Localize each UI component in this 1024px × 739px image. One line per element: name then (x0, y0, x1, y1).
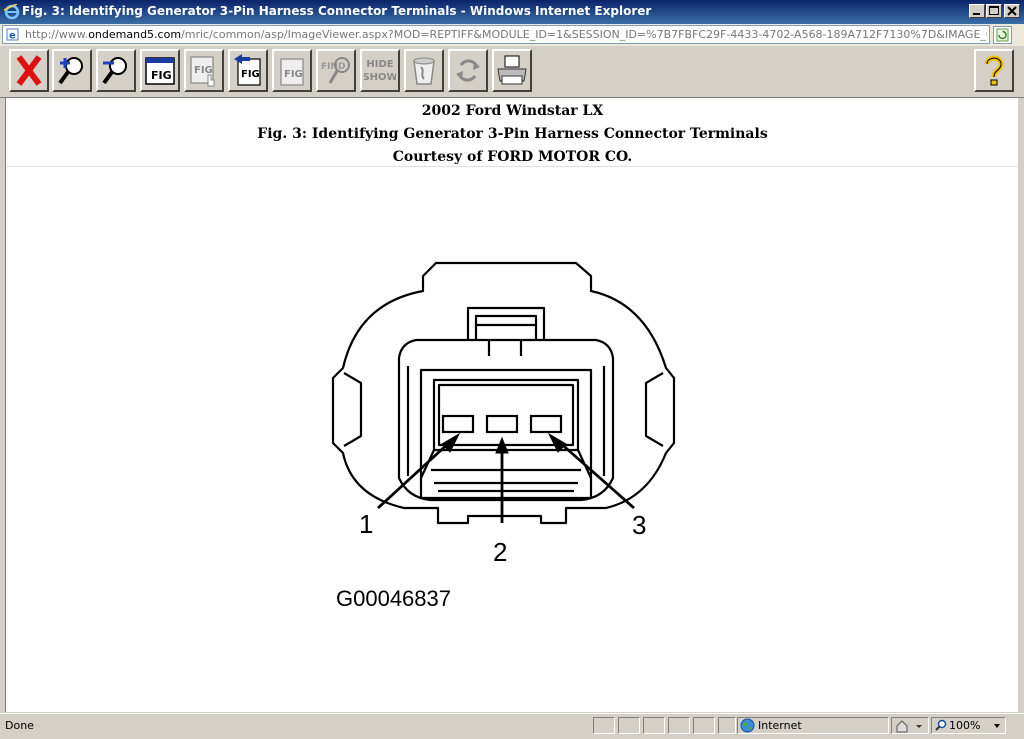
chevron-down-icon (994, 724, 1000, 728)
page-icon: e (6, 28, 19, 41)
zoom-control[interactable]: 100% (931, 717, 1006, 734)
zoom-out-button[interactable] (96, 49, 136, 92)
refresh-button[interactable] (448, 49, 488, 92)
figure-window-button[interactable]: FIG (140, 49, 180, 92)
status-pane-4 (668, 717, 690, 734)
security-zone-label: Internet (758, 719, 802, 732)
url-domain: ondemand5.com (88, 28, 182, 41)
svg-text:SHOW: SHOW (364, 72, 396, 83)
window-title: Fig. 3: Identifying Generator 3-Pin Harn… (22, 4, 652, 18)
previous-figure-button[interactable]: FIG (228, 49, 268, 92)
svg-text:e: e (9, 31, 16, 42)
figure-next-icon: FIG (280, 58, 304, 86)
red-x-icon (16, 55, 42, 86)
terminal-2 (485, 414, 519, 434)
toolbar: FIG FIG FIG FIG FIND HIDE SHOW (0, 46, 1024, 98)
find-button[interactable]: FIND (316, 49, 356, 92)
address-bar: e http://www.ondemand5.com/mric/common/a… (0, 24, 1024, 46)
address-field[interactable]: e http://www.ondemand5.com/mric/common/a… (2, 25, 990, 44)
bucket-button[interactable] (404, 49, 444, 92)
internet-explorer-icon (4, 4, 20, 20)
figure-back-icon: FIG (234, 54, 261, 86)
callout-leaders (377, 432, 635, 523)
close-button[interactable] (9, 49, 49, 92)
minimize-icon (973, 13, 980, 15)
connector-outline (331, 261, 676, 525)
status-bar: Done Internet 100% (0, 713, 1024, 739)
connector-diagram: 1 2 3 G00046837 (331, 261, 676, 611)
svg-text:FIND: FIND (321, 62, 346, 72)
close-window-button[interactable] (1004, 4, 1020, 18)
zoom-level: 100% (949, 719, 981, 732)
status-pane-2 (618, 717, 640, 734)
status-pane-5 (693, 717, 715, 734)
title-bar: Fig. 3: Identifying Generator 3-Pin Harn… (0, 0, 1024, 24)
status-pane-1 (593, 717, 615, 734)
svg-text:FIG: FIG (284, 69, 303, 80)
figure-hand-icon: FIG (190, 56, 215, 87)
callout-label-3: 3 (632, 510, 646, 540)
url-path: /mric/common/asp/ImageViewer.aspx?MOD=RE… (181, 28, 987, 41)
maximize-button[interactable] (986, 4, 1002, 18)
zoom-in-button[interactable] (52, 49, 92, 92)
address-url: http://www.ondemand5.com/mric/common/asp… (25, 28, 987, 41)
minimize-button[interactable] (969, 4, 985, 18)
window-edge (1018, 98, 1024, 712)
printer-icon (497, 55, 527, 85)
status-pane-6 (718, 717, 736, 734)
protected-mode-button[interactable] (891, 717, 929, 734)
callout-label-1: 1 (359, 509, 373, 539)
svg-text:FIG: FIG (194, 65, 213, 76)
status-pane-3 (643, 717, 665, 734)
home-lock-icon (896, 720, 922, 733)
svg-text:HIDE: HIDE (366, 59, 393, 70)
zoom-magnifier-icon (935, 719, 947, 731)
graphic-id: G00046837 (336, 586, 451, 611)
terminal-1 (441, 414, 475, 434)
next-figure-button[interactable]: FIG (272, 49, 312, 92)
help-button[interactable] (974, 49, 1014, 92)
refresh-page-icon (996, 28, 1009, 42)
go-button[interactable] (993, 26, 1012, 44)
svg-text:FIG: FIG (241, 69, 260, 80)
figure-window-icon: FIG (145, 57, 175, 85)
close-icon (1007, 6, 1017, 16)
terminal-3 (529, 414, 563, 434)
maximize-icon (989, 6, 999, 15)
help-icon (984, 55, 1004, 86)
find-magnifier-icon: FIND (321, 57, 350, 84)
terminal-pins (441, 414, 563, 434)
status-text: Done (5, 719, 34, 732)
zoom-out-icon (102, 57, 127, 85)
print-button[interactable] (492, 49, 532, 92)
zoom-in-icon (58, 57, 83, 85)
hide-show-button[interactable]: HIDE SHOW (360, 49, 400, 92)
figure-select-button[interactable]: FIG (184, 49, 224, 92)
svg-text:FIG: FIG (151, 69, 172, 82)
refresh-icon (456, 59, 480, 82)
bucket-icon (413, 57, 435, 85)
globe-icon (740, 718, 755, 733)
url-prefix: http://www. (25, 28, 89, 41)
hide-show-icon: HIDE SHOW (364, 59, 396, 83)
figure-viewer: 2002 Ford Windstar LX Fig. 3: Identifyin… (5, 98, 1019, 712)
callout-label-2: 2 (493, 537, 507, 567)
